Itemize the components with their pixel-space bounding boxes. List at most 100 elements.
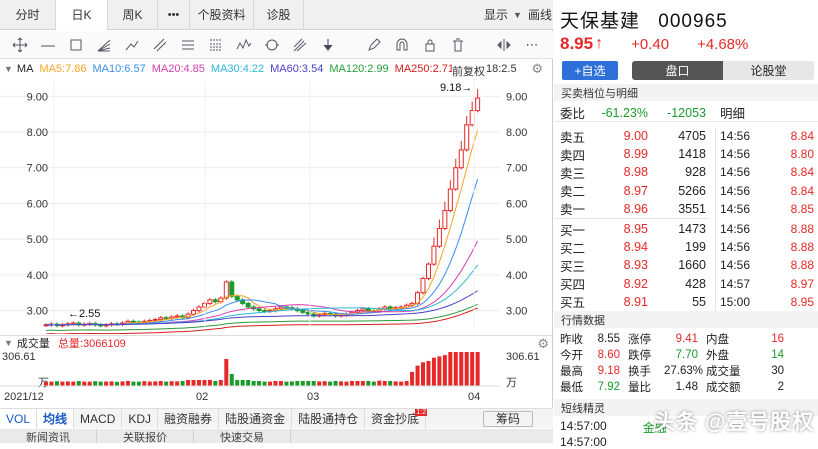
tab-news[interactable]: 新闻资讯 xyxy=(0,429,97,444)
book-row: 卖二 8.97 5266 xyxy=(554,182,709,200)
tab-margin[interactable]: 融资融券 xyxy=(158,408,220,429)
split-icon[interactable] xyxy=(490,34,518,56)
tick-details: 14:56 8.84 14:56 8.80 14:56 8.84 14:56 8.84 14:5… xyxy=(715,127,818,311)
candle-35 xyxy=(234,295,240,301)
tab-quick-trade[interactable]: 快速交易 xyxy=(194,429,291,444)
vol-bar-17 xyxy=(136,381,141,386)
candle-77 xyxy=(464,124,470,151)
price-tick-left-0: 9.00 xyxy=(27,91,48,103)
ma-value-4: MA60:3.54 xyxy=(270,63,324,75)
tab-daily-k[interactable]: 日K xyxy=(56,0,108,30)
vol-bar-1 xyxy=(49,381,54,386)
vol-bar-58 xyxy=(360,381,365,386)
vol-bar-49 xyxy=(311,381,316,386)
detail-label: 明细 xyxy=(720,107,746,121)
collapse-icon[interactable]: ▼ xyxy=(4,64,13,74)
more-tools-icon[interactable]: ⋯ xyxy=(518,34,546,56)
vol-bar-28 xyxy=(196,380,201,386)
tab-macd[interactable]: MACD xyxy=(74,408,123,429)
tab-hk-flow[interactable]: 陆股通资金 xyxy=(219,408,293,429)
rect-icon[interactable] xyxy=(62,34,90,56)
tick-price: 8.84 xyxy=(790,129,814,144)
arrow-down-icon[interactable] xyxy=(314,34,342,56)
tick-time: 14:56 xyxy=(720,165,751,180)
stats-row: 最低 7.92 量比 1.48 成交额 2 xyxy=(554,379,818,395)
candle-33 xyxy=(223,281,229,299)
book-volume: 199 xyxy=(685,240,706,255)
date-tick-1: 02 xyxy=(196,391,208,403)
book-label: 卖三 xyxy=(560,166,586,181)
fib-icon[interactable] xyxy=(202,34,230,56)
trend-icon[interactable] xyxy=(118,34,146,56)
candle-67 xyxy=(409,302,415,306)
vol-bar-5 xyxy=(71,381,76,386)
vol-bar-13 xyxy=(115,381,120,386)
tab-bottom-fish[interactable]: 资金抄底 1:2 xyxy=(365,408,428,429)
short-row-2[interactable]: 14:57:00 xyxy=(560,435,607,449)
pitchfork-icon[interactable] xyxy=(286,34,314,56)
book-row: 卖三 8.98 928 xyxy=(554,163,709,181)
book-volume: 4705 xyxy=(678,129,706,144)
vol-bar-25 xyxy=(180,381,185,386)
tick-time: 14:56 xyxy=(720,240,751,255)
more-periods-button[interactable]: ••• xyxy=(158,0,190,30)
weibi-pct: -61.23% xyxy=(601,105,648,120)
book-volume: 3551 xyxy=(678,201,706,216)
channel-icon[interactable] xyxy=(174,34,202,56)
horizontal-line-icon[interactable] xyxy=(34,34,62,56)
add-watchlist-button[interactable]: +自选 xyxy=(562,61,618,80)
tab-ma[interactable]: 均线 xyxy=(37,408,75,429)
magnet-icon[interactable] xyxy=(388,34,416,56)
tab-timeshare[interactable]: 分时 xyxy=(0,0,56,30)
date-tick-0: 2021/12 xyxy=(4,391,44,403)
cycle-icon[interactable] xyxy=(258,34,286,56)
vol-bar-75 xyxy=(453,352,458,386)
candle-16 xyxy=(130,320,136,323)
move-cross-icon[interactable] xyxy=(6,34,34,56)
collapse-volume-icon[interactable]: ▼ xyxy=(4,338,13,348)
tick-price: 8.84 xyxy=(790,165,814,180)
tab-weekly-k[interactable]: 周K xyxy=(108,0,158,30)
vol-bar-38 xyxy=(251,381,256,386)
book-label: 卖四 xyxy=(560,148,586,163)
tab-kdj[interactable]: KDJ xyxy=(122,408,159,429)
tick-price: 8.97 xyxy=(790,276,814,291)
lock-icon[interactable] xyxy=(416,34,444,56)
candle-69 xyxy=(420,277,426,294)
display-menu[interactable]: 显示 ▼ xyxy=(479,0,527,30)
tab-chips[interactable]: 筹码 xyxy=(482,410,533,427)
stat-value: 9.41 xyxy=(675,333,698,345)
tab-forum[interactable]: 论股堂 xyxy=(723,61,814,80)
tab-diagnose[interactable]: 诊股 xyxy=(254,0,304,30)
tab-related[interactable]: 关联报价 xyxy=(97,429,194,444)
vol-bar-22 xyxy=(164,381,169,386)
book-label: 卖五 xyxy=(560,130,586,145)
vol-bar-29 xyxy=(202,380,207,386)
vol-bar-73 xyxy=(442,355,447,386)
book-row: 买五 8.91 55 xyxy=(554,293,709,311)
book-price: 8.99 xyxy=(623,147,648,162)
fan-icon[interactable] xyxy=(90,34,118,56)
price-change-pct: +4.68% xyxy=(697,35,749,53)
tab-hk-hold[interactable]: 陆股通持仓 xyxy=(292,408,366,429)
stat-label: 最低 xyxy=(560,382,583,394)
candle-24 xyxy=(174,315,180,318)
book-label: 卖一 xyxy=(560,203,586,218)
tab-stock-info[interactable]: 个股资料 xyxy=(190,0,254,30)
vol-bar-50 xyxy=(317,381,322,386)
trash-icon[interactable] xyxy=(444,34,472,56)
ma-values: MA5:7.86 MA10:6.57 MA20:4.85 MA30:4.22 MA60:… xyxy=(39,63,460,75)
adjust-mode-label[interactable]: 前复权 xyxy=(452,63,485,78)
parallel-icon[interactable] xyxy=(146,34,174,56)
draw-lines-tab[interactable]: 画线 xyxy=(527,0,553,30)
candlestick-chart[interactable]: 9.00 9.00 8.00 8.00 7.00 7.00 6.00 6.00 5.00 5.00… xyxy=(0,78,553,334)
tab-vol[interactable]: VOL xyxy=(0,408,38,429)
tab-orderbook[interactable]: 盘口 xyxy=(632,61,723,80)
book-volume: 1473 xyxy=(678,222,706,237)
volume-chart[interactable]: 306.61 306.61万 万2021/12 02 03 04 xyxy=(0,350,553,408)
gear-icon[interactable]: ⚙ xyxy=(531,61,543,77)
pen-icon[interactable] xyxy=(360,34,388,56)
tick-time: 14:56 xyxy=(720,258,751,273)
candle-31 xyxy=(212,299,218,303)
wave-icon[interactable] xyxy=(230,34,258,56)
